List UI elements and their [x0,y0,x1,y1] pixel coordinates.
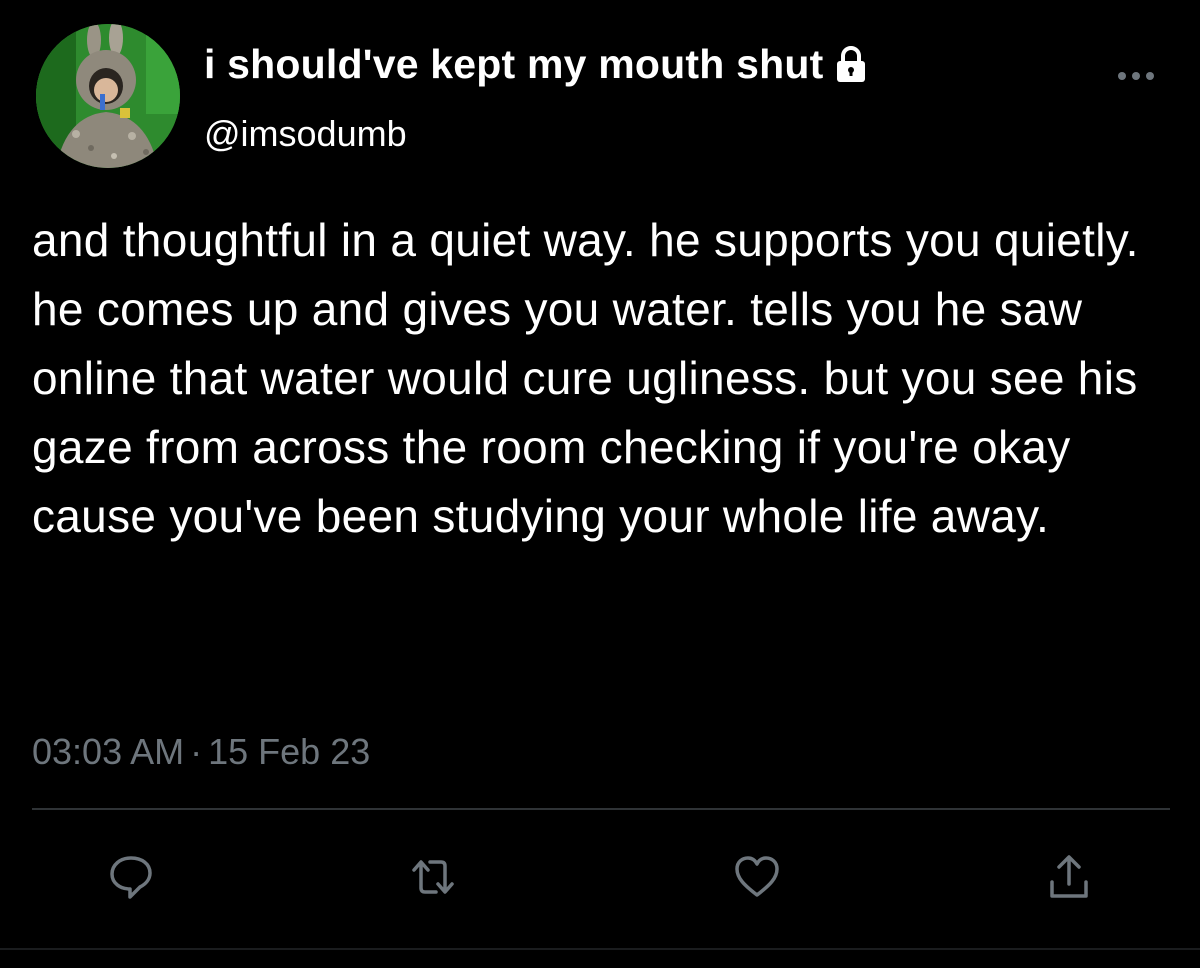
user-handle[interactable]: @imsodumb [204,112,407,156]
avatar-image [36,24,180,168]
retweet-icon[interactable] [408,852,458,902]
meta-separator: · [190,731,203,772]
tweet-card: i should've kept my mouth shut @imsodumb… [0,0,1200,968]
lock-icon [831,44,871,84]
tweet-date: 15 Feb 23 [208,731,371,772]
tweet-text: and thoughtful in a quiet way. he suppor… [32,214,1139,542]
tweet-timestamp[interactable]: 03:03 AM · 15 Feb 23 [32,730,370,774]
more-icon[interactable] [1112,64,1164,88]
avatar[interactable] [36,24,180,168]
divider [32,808,1170,810]
share-icon[interactable] [1044,852,1094,902]
reply-icon[interactable] [106,852,156,902]
display-name[interactable]: i should've kept my mouth shut [204,40,871,88]
like-icon[interactable] [732,852,782,902]
tweet-time: 03:03 AM [32,731,185,772]
bottom-divider [0,948,1200,950]
display-name-text: i should've kept my mouth shut [204,41,824,87]
